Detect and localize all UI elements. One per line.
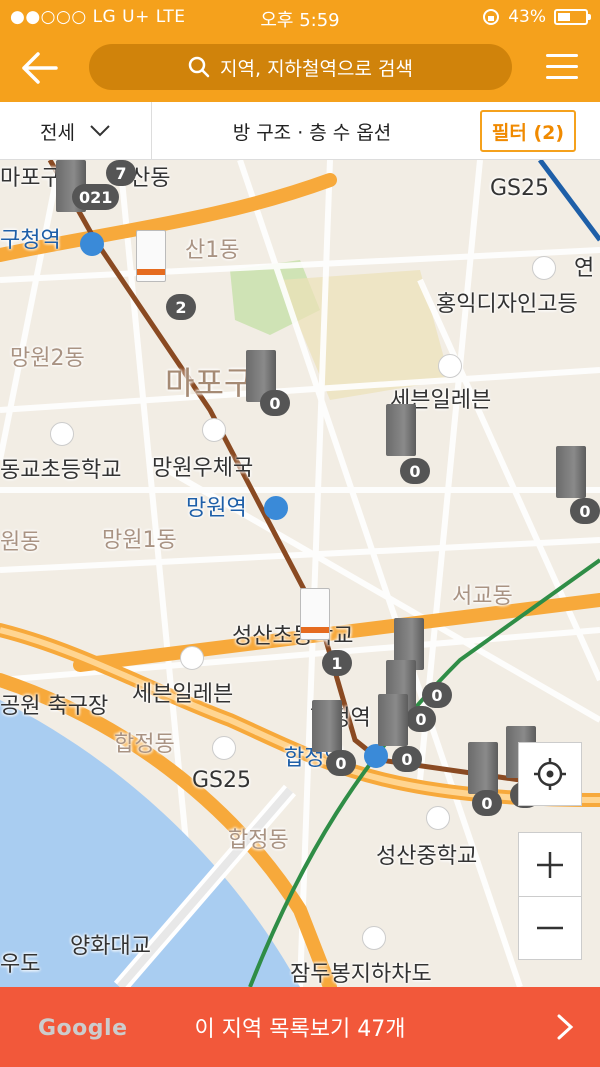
label-gs25-top: GS25 <box>490 176 550 201</box>
marker-count: 0 <box>570 498 600 524</box>
label-yeon: 연 <box>574 256 595 281</box>
label-seven-eleven: 세븐일레븐 <box>132 682 234 707</box>
app-header: 지역, 지하철역으로 검색 <box>0 34 600 102</box>
label-hapjeong-area: 합정동 <box>114 732 175 757</box>
label-park-stadium: 공원 축구장 <box>0 694 109 719</box>
label-mangwon1: 망원1동 <box>102 528 177 553</box>
zoom-out-button[interactable] <box>518 896 582 960</box>
status-bar: ●●○○○ LG U+ LTE 오후 5:59 43% <box>0 0 600 34</box>
convenience-store-icon <box>438 354 462 378</box>
chevron-down-icon <box>90 125 110 137</box>
landmark-icon <box>362 926 386 950</box>
search-bar[interactable]: 지역, 지하철역으로 검색 <box>89 44 512 90</box>
building-icon <box>312 700 342 752</box>
list-view-button[interactable]: Google 이 지역 목록보기 47개 <box>0 987 600 1067</box>
room-options-button[interactable]: 방 구조 · 층 수 옵션 <box>152 102 472 160</box>
label-seogyo: 서교동 <box>452 584 513 609</box>
marker-count: 0 <box>472 790 502 816</box>
property-marker[interactable]: 1 <box>294 588 352 676</box>
rotation-lock-icon <box>483 9 500 25</box>
label-gs25: GS25 <box>192 768 252 793</box>
school-icon <box>50 422 74 446</box>
crosshair-icon <box>534 758 566 790</box>
filter-bar: 전세 방 구조 · 층 수 옵션 필터 (2) <box>0 102 600 160</box>
label-seongsan1: 산1동 <box>185 238 240 263</box>
building-icon <box>556 446 586 498</box>
search-placeholder: 지역, 지하철역으로 검색 <box>220 57 413 80</box>
label-hapjeong-dong: 합정동 <box>228 828 289 853</box>
back-arrow-icon <box>22 52 58 84</box>
post-office-icon <box>202 418 226 442</box>
label-mangwon-post: 망원우체국 <box>152 456 254 481</box>
label-jamdubong: 잠두봉지하차도 <box>290 962 432 987</box>
building-icon <box>300 588 330 640</box>
battery-icon <box>554 9 591 25</box>
school-icon <box>532 256 556 280</box>
building-icon <box>468 742 498 794</box>
marker-count: 0 <box>326 750 356 776</box>
filter-label: 필터 (2) <box>491 121 565 144</box>
label-donggyo-school: 동교초등학교 <box>0 458 122 483</box>
list-view-label: 이 지역 목록보기 47개 <box>194 1017 406 1042</box>
label-hongik-design: 홍익디자인고등 <box>436 292 578 317</box>
deal-type-label: 전세 <box>40 121 75 144</box>
label-sandong: 산동 <box>130 166 171 191</box>
search-icon <box>188 56 210 78</box>
marker-count: 1 <box>322 650 352 676</box>
building-icon <box>136 230 166 282</box>
marker-count: 0 <box>260 390 290 416</box>
marker-count: 021 <box>72 184 120 210</box>
deal-type-dropdown[interactable]: 전세 <box>0 102 152 160</box>
back-button[interactable] <box>20 50 60 86</box>
building-icon <box>386 404 416 456</box>
property-marker[interactable]: 0 <box>380 404 430 484</box>
label-mangwon-station: 망원역 <box>186 496 247 521</box>
subway-station-icon <box>80 232 104 256</box>
zoom-in-button[interactable] <box>518 832 582 896</box>
school-icon <box>426 806 450 830</box>
marker-count: 0 <box>400 458 430 484</box>
property-marker[interactable]: 0 <box>306 700 356 776</box>
label-yanghwa-bridge: 양화대교 <box>70 934 151 959</box>
label-mangwon2: 망원2동 <box>10 346 85 371</box>
chevron-right-icon <box>557 1014 574 1040</box>
convenience-store-icon <box>212 736 236 760</box>
label-seongsan-middle: 성산중학교 <box>376 844 478 869</box>
convenience-store-icon <box>180 646 204 670</box>
label-wondong: 원동 <box>0 530 41 555</box>
minus-icon <box>537 926 563 930</box>
map-view[interactable]: 마포구 산동 GS25 구청역 산1동 연 홍익디자인고등 망원2동 마포구 세… <box>0 160 600 987</box>
building-icon <box>378 694 408 746</box>
filter-button[interactable]: 필터 (2) <box>480 110 576 152</box>
hamburger-icon <box>546 54 578 57</box>
property-marker[interactable]: 2 <box>130 230 196 320</box>
property-marker[interactable]: 021 <box>62 160 120 230</box>
google-logo: Google <box>38 1016 128 1041</box>
marker-count: 0 <box>392 746 422 772</box>
plus-icon <box>537 851 563 878</box>
label-udo: 우도 <box>0 952 41 977</box>
map-base <box>0 160 600 987</box>
subway-station-icon <box>264 496 288 520</box>
room-options-label: 방 구조 · 층 수 옵션 <box>232 121 392 144</box>
property-marker[interactable]: 0 <box>372 694 422 772</box>
property-marker[interactable]: 0 <box>550 446 600 524</box>
marker-count: 2 <box>166 294 196 320</box>
menu-button[interactable] <box>546 54 578 82</box>
property-marker[interactable]: 0 <box>240 350 290 420</box>
my-location-button[interactable] <box>518 742 582 806</box>
battery-percent: 43% <box>508 7 546 27</box>
